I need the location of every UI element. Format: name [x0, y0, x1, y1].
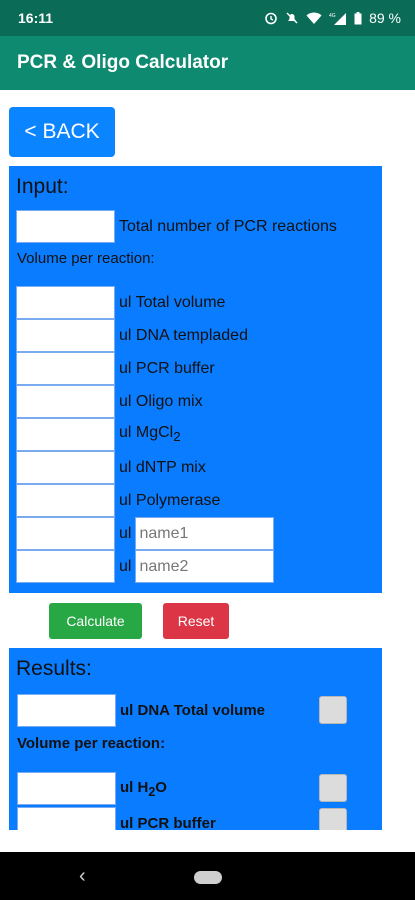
h2o-checkbox[interactable] [319, 774, 347, 802]
polymerase-row: ul Polymerase [16, 484, 220, 517]
dna-template-input[interactable] [16, 319, 115, 352]
main-content[interactable]: < BACK Input: Total number of PCR reacti… [0, 90, 415, 830]
oligo-mix-row: ul Oligo mix [16, 385, 203, 418]
pcr-buffer-input[interactable] [16, 352, 115, 385]
results-pcr-buffer-checkbox[interactable] [319, 808, 347, 830]
mgcl2-input[interactable] [16, 418, 115, 451]
custom-2-unit: ul [119, 557, 132, 575]
reset-button[interactable]: Reset [163, 603, 229, 639]
results-pcr-buffer-label: ul PCR buffer [120, 815, 216, 830]
status-time: 16:11 [18, 10, 54, 26]
dna-total-label: ul DNA Total volume [120, 702, 266, 719]
dntp-mix-label: ul dNTP mix [119, 458, 206, 476]
custom-row-1: ul [16, 517, 275, 550]
h2o-row: ul H2O [17, 772, 167, 805]
h2o-label: ul H2O [120, 779, 167, 799]
mgcl2-label-text: ul MgCl [119, 424, 174, 442]
back-nav-icon[interactable]: ‹ [79, 865, 86, 888]
volume-per-reaction-label: Volume per reaction: [17, 250, 155, 267]
app-bar: PCR & Oligo Calculator [0, 36, 415, 90]
results-title: Results: [16, 657, 92, 680]
mgcl2-subscript: 2 [173, 429, 181, 445]
back-button[interactable]: < BACK [9, 107, 115, 157]
app-title: PCR & Oligo Calculator [17, 52, 229, 73]
alarm-icon [264, 11, 278, 25]
custom-2-name-input[interactable] [135, 550, 275, 583]
dna-template-label: ul DNA templaded [119, 326, 248, 344]
custom-row-2: ul [16, 550, 275, 583]
home-nav-icon[interactable] [194, 871, 222, 884]
pcr-buffer-row: ul PCR buffer [16, 352, 215, 385]
results-pcr-buffer-output[interactable] [17, 807, 116, 830]
status-bar: 16:11 4G 89 % [0, 0, 415, 36]
navigation-bar: ‹ [0, 852, 415, 900]
input-panel: Input: Total number of PCR reactions Vol… [9, 166, 382, 593]
dna-total-output[interactable] [17, 694, 116, 727]
dna-template-row: ul DNA templaded [16, 319, 248, 352]
total-volume-row: ul Total volume [16, 286, 225, 319]
dna-total-checkbox[interactable] [319, 696, 347, 724]
total-reactions-label: Total number of PCR reactions [119, 217, 337, 235]
results-panel: Results: ul DNA Total volume Volume per … [9, 648, 382, 830]
total-reactions-input[interactable] [16, 210, 115, 243]
pcr-buffer-label: ul PCR buffer [119, 359, 215, 377]
h2o-label-suffix: O [155, 778, 167, 796]
mute-icon [285, 11, 299, 25]
signal-icon: 4G [329, 12, 347, 25]
dntp-mix-input[interactable] [16, 451, 115, 484]
svg-text:4G: 4G [329, 13, 336, 19]
h2o-output[interactable] [17, 772, 116, 805]
polymerase-label: ul Polymerase [119, 491, 221, 509]
battery-percent: 89 % [369, 10, 401, 26]
dntp-mix-row: ul dNTP mix [16, 451, 206, 484]
status-icons: 4G 89 % [264, 10, 401, 26]
battery-icon [354, 11, 362, 25]
calculate-button[interactable]: Calculate [49, 603, 142, 639]
results-volume-per-reaction-label: Volume per reaction: [17, 735, 166, 752]
custom-1-input[interactable] [16, 517, 115, 550]
total-volume-input[interactable] [16, 286, 115, 319]
polymerase-input[interactable] [16, 484, 115, 517]
h2o-label-text: ul H [120, 778, 149, 796]
results-pcr-buffer-row: ul PCR buffer [17, 807, 216, 830]
wifi-icon [306, 12, 322, 25]
custom-1-name-input[interactable] [135, 517, 275, 550]
total-volume-label: ul Total volume [119, 293, 226, 311]
mgcl2-label: ul MgCl2 [119, 424, 181, 444]
total-reactions-row: Total number of PCR reactions [16, 210, 337, 243]
custom-1-unit: ul [119, 524, 132, 542]
oligo-mix-label: ul Oligo mix [119, 392, 203, 410]
mgcl2-row: ul MgCl2 [16, 418, 181, 451]
dna-total-row: ul DNA Total volume [17, 694, 265, 727]
custom-2-input[interactable] [16, 550, 115, 583]
oligo-mix-input[interactable] [16, 385, 115, 418]
input-title: Input: [16, 175, 69, 198]
